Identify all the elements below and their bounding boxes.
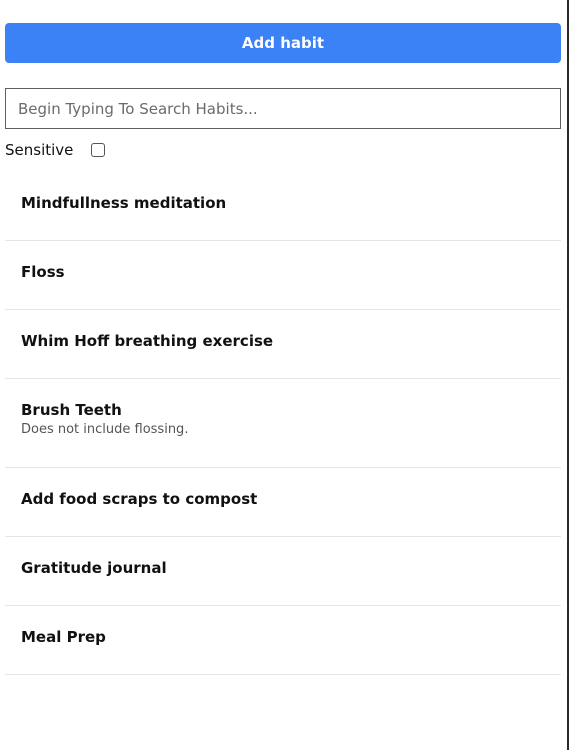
sensitive-label: Sensitive xyxy=(5,141,74,159)
habit-item[interactable]: Meal Prep xyxy=(5,606,561,675)
habit-title: Add food scraps to compost xyxy=(21,490,258,508)
habit-app: Add habit Sensitive Mindfullness meditat… xyxy=(0,0,569,750)
habit-title: Meal Prep xyxy=(21,628,106,646)
habit-item[interactable]: Mindfullness meditation xyxy=(5,172,561,241)
habit-description: Does not include flossing. xyxy=(21,422,189,437)
habit-item[interactable]: Add food scraps to compost xyxy=(5,468,561,537)
sensitive-checkbox[interactable] xyxy=(91,143,106,157)
habit-item[interactable]: Brush Teeth Does not include flossing. xyxy=(5,379,561,468)
main-content: Add habit Sensitive Mindfullness meditat… xyxy=(5,23,561,675)
habit-title: Gratitude journal xyxy=(21,559,167,577)
habit-item[interactable]: Floss xyxy=(5,241,561,310)
habit-item[interactable]: Whim Hoff breathing exercise xyxy=(5,310,561,379)
habit-item[interactable]: Gratitude journal xyxy=(5,537,561,606)
habit-title: Floss xyxy=(21,263,65,281)
sensitive-filter: Sensitive xyxy=(5,139,561,161)
habit-title: Whim Hoff breathing exercise xyxy=(21,332,274,350)
habit-title: Brush Teeth xyxy=(21,401,122,419)
habit-list: Mindfullness meditation Floss Whim Hoff … xyxy=(5,172,561,675)
habit-title: Mindfullness meditation xyxy=(21,194,227,212)
search-input[interactable] xyxy=(5,88,561,129)
add-habit-button[interactable]: Add habit xyxy=(5,23,561,63)
